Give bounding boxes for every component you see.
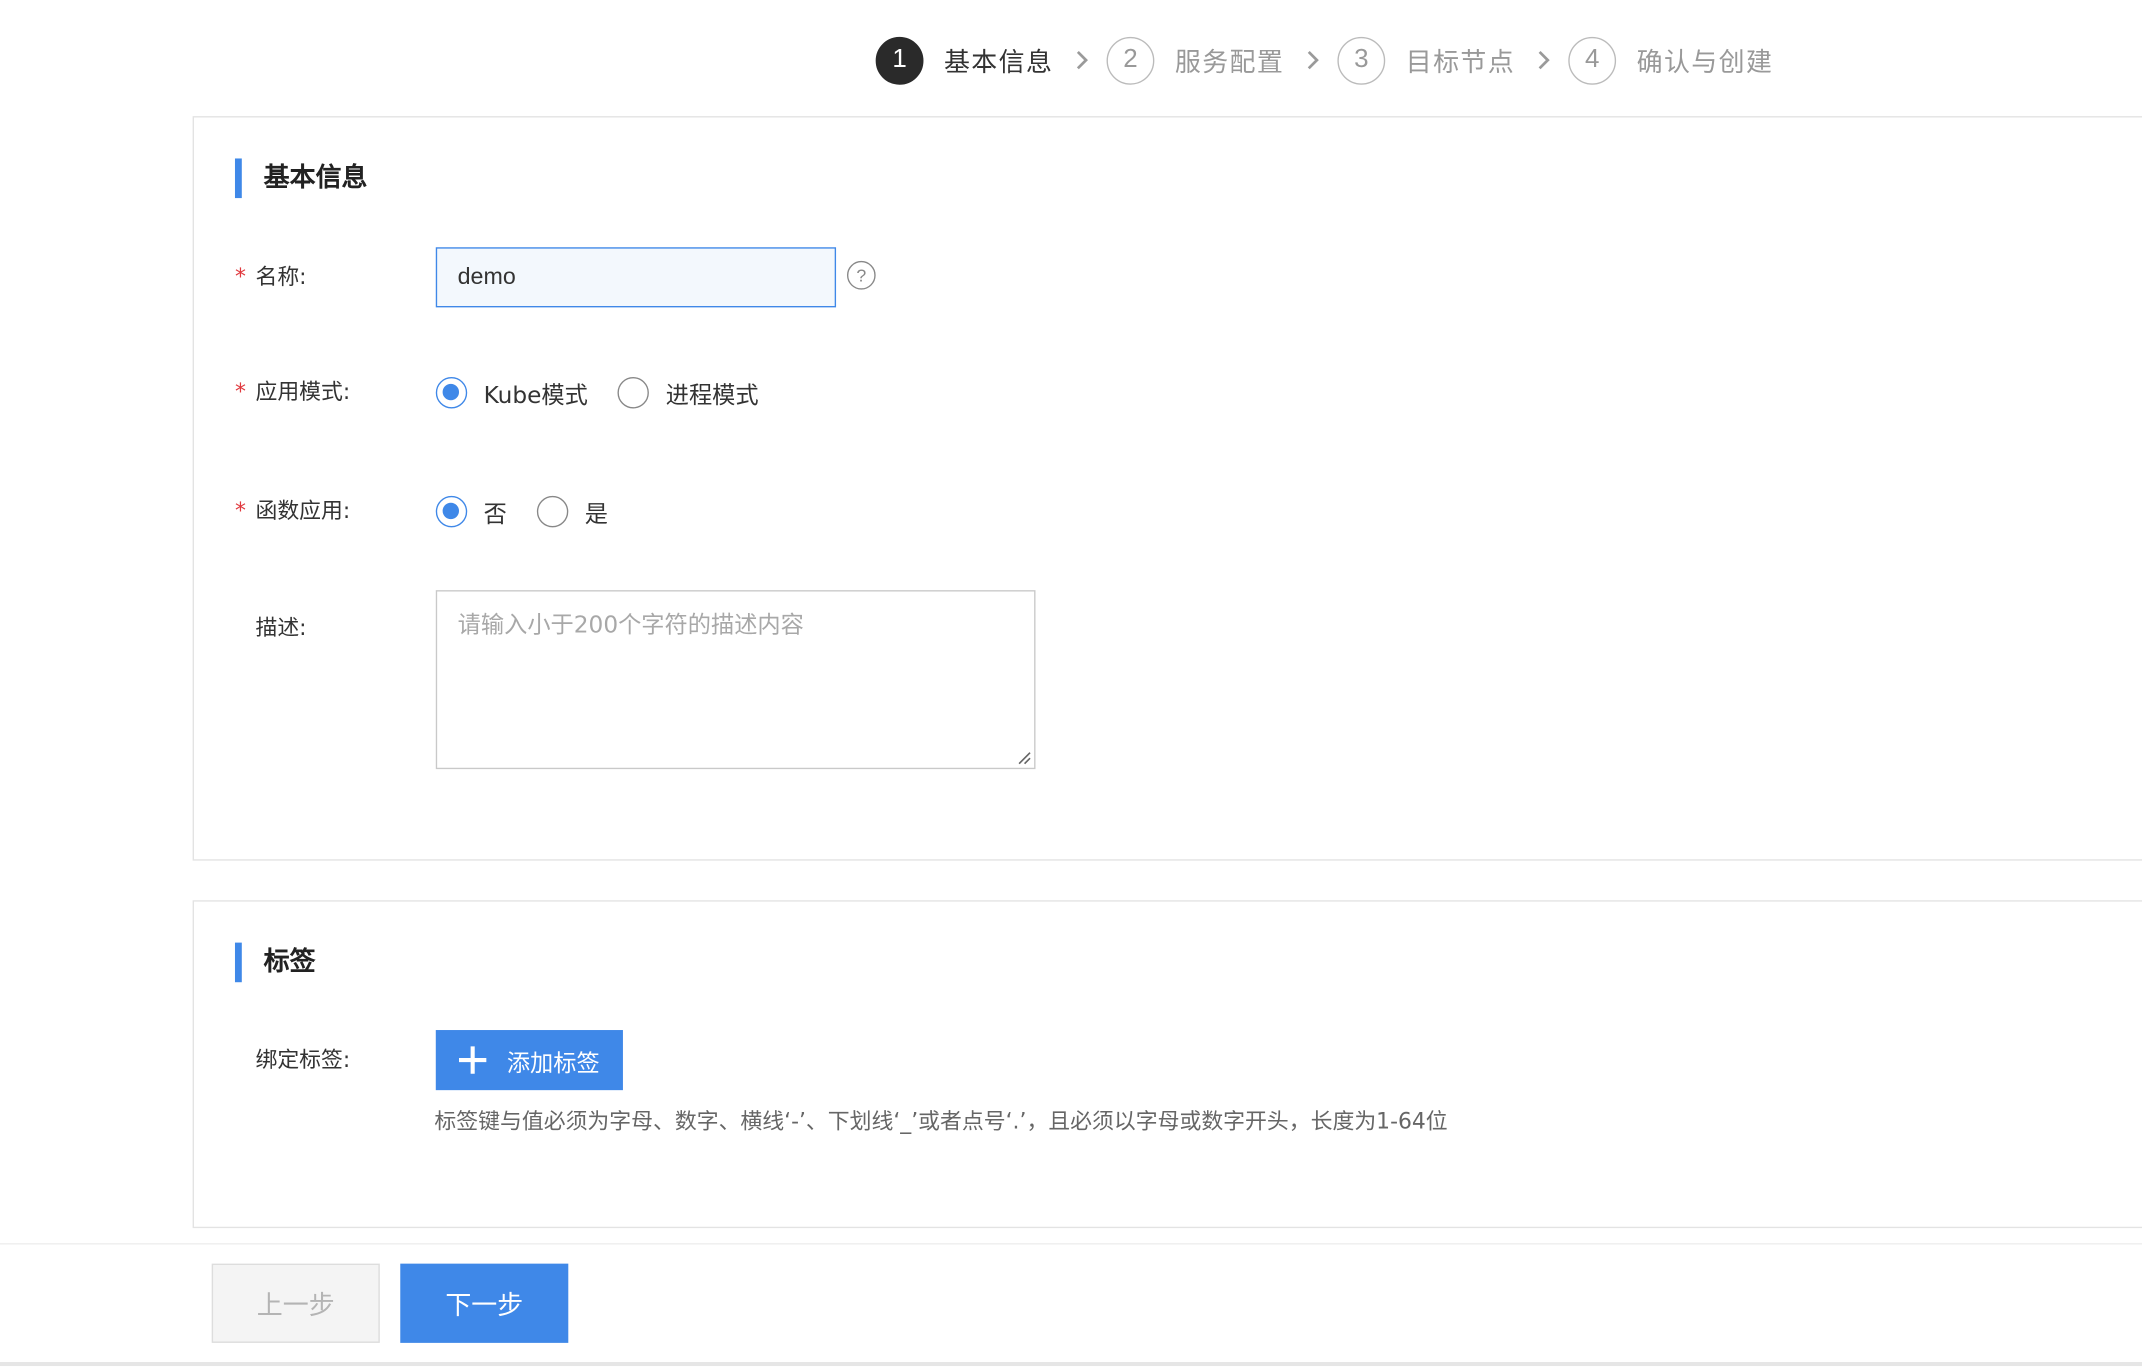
required-mark: *	[234, 378, 246, 405]
step-label: 确认与创建	[1636, 47, 1774, 78]
function-label: * 函数应用:	[235, 495, 436, 528]
tags-card: 标签 绑定标签: 添加标签	[192, 900, 2142, 1229]
radio-kube-mode[interactable]: Kube模式	[435, 376, 588, 410]
radio-function-no[interactable]: 否	[435, 495, 507, 529]
section-title: 标签	[234, 942, 316, 983]
step-label: 基本信息	[943, 47, 1054, 78]
name-input[interactable]: demo	[435, 247, 837, 308]
description-label-text: 描述:	[255, 614, 307, 641]
chevron-right-icon	[1307, 50, 1319, 70]
required-mark: *	[234, 263, 246, 290]
section-title: 基本信息	[234, 158, 368, 199]
step-label: 目标节点	[1405, 47, 1516, 78]
radio-label: 是	[584, 501, 608, 529]
page: 1 基本信息 2 服务配置 3 目标节点 4 确认与创建 基本信息 * 名称: …	[0, 0, 2142, 1367]
function-label-text: 函数应用:	[255, 497, 351, 524]
description-textarea[interactable]: 请输入小于200个字符的描述内容	[435, 590, 1036, 770]
bind-tags-label: 绑定标签:	[235, 1030, 436, 1090]
radio-checked-icon	[435, 495, 468, 528]
step-confirm-create: 4 确认与创建	[1568, 36, 1774, 85]
step-service-config: 2 服务配置	[1106, 36, 1338, 85]
radio-unchecked-icon	[536, 495, 569, 528]
step-number: 1	[875, 36, 924, 85]
radio-label: 进程模式	[665, 382, 759, 410]
radio-process-mode[interactable]: 进程模式	[617, 376, 759, 410]
basic-info-card: 基本信息 * 名称: demo ? * 应用模式: Kube模式 进程模式 * …	[192, 116, 2142, 861]
add-tag-button[interactable]: 添加标签	[435, 1030, 623, 1091]
tag-hint-text: 标签键与值必须为字母、数字、横线‘-’、下划线‘_’或者点号‘.’，且必须以字母…	[434, 1107, 1448, 1134]
step-number: 3	[1337, 36, 1386, 85]
question-circle-icon[interactable]: ?	[846, 260, 876, 290]
radio-checked-icon	[435, 377, 468, 409]
function-radio-group: 否 是	[435, 495, 638, 529]
description-placeholder: 请输入小于200个字符的描述内容	[457, 612, 804, 640]
radio-label: Kube模式	[483, 382, 588, 410]
description-label: 描述:	[235, 590, 436, 667]
required-mark: *	[234, 497, 246, 524]
name-row: * 名称: demo ?	[235, 247, 876, 308]
name-label: * 名称:	[235, 247, 436, 307]
radio-function-yes[interactable]: 是	[536, 495, 608, 529]
step-number: 4	[1568, 36, 1617, 85]
mode-label-text: 应用模式:	[255, 378, 351, 405]
step-target-nodes: 3 目标节点	[1337, 36, 1568, 85]
step-label: 服务配置	[1174, 47, 1285, 78]
mode-label: * 应用模式:	[235, 376, 436, 409]
bind-tags-label-text: 绑定标签:	[255, 1046, 351, 1073]
plus-icon	[458, 1045, 488, 1075]
mode-radio-group: Kube模式 进程模式	[435, 376, 789, 410]
footer-divider	[0, 1362, 2142, 1367]
chevron-right-icon	[1538, 50, 1550, 70]
name-label-text: 名称:	[255, 263, 307, 290]
resize-handle-icon[interactable]	[1015, 749, 1031, 765]
function-row: * 函数应用: 否 是	[235, 495, 638, 529]
add-tag-label: 添加标签	[506, 1049, 600, 1078]
next-step-button[interactable]: 下一步	[400, 1263, 569, 1343]
prev-step-button[interactable]: 上一步	[211, 1263, 380, 1343]
mode-row: * 应用模式: Kube模式 进程模式	[235, 376, 789, 410]
bind-tags-row: 绑定标签: 添加标签	[235, 1030, 623, 1091]
description-row: 描述: 请输入小于200个字符的描述内容	[235, 590, 1036, 770]
step-number: 2	[1106, 36, 1155, 85]
radio-unchecked-icon	[617, 377, 650, 409]
wizard-steps: 1 基本信息 2 服务配置 3 目标节点 4 确认与创建	[875, 36, 1774, 85]
radio-label: 否	[483, 501, 507, 529]
chevron-right-icon	[1076, 50, 1089, 70]
step-basic-info: 1 基本信息	[875, 36, 1107, 85]
